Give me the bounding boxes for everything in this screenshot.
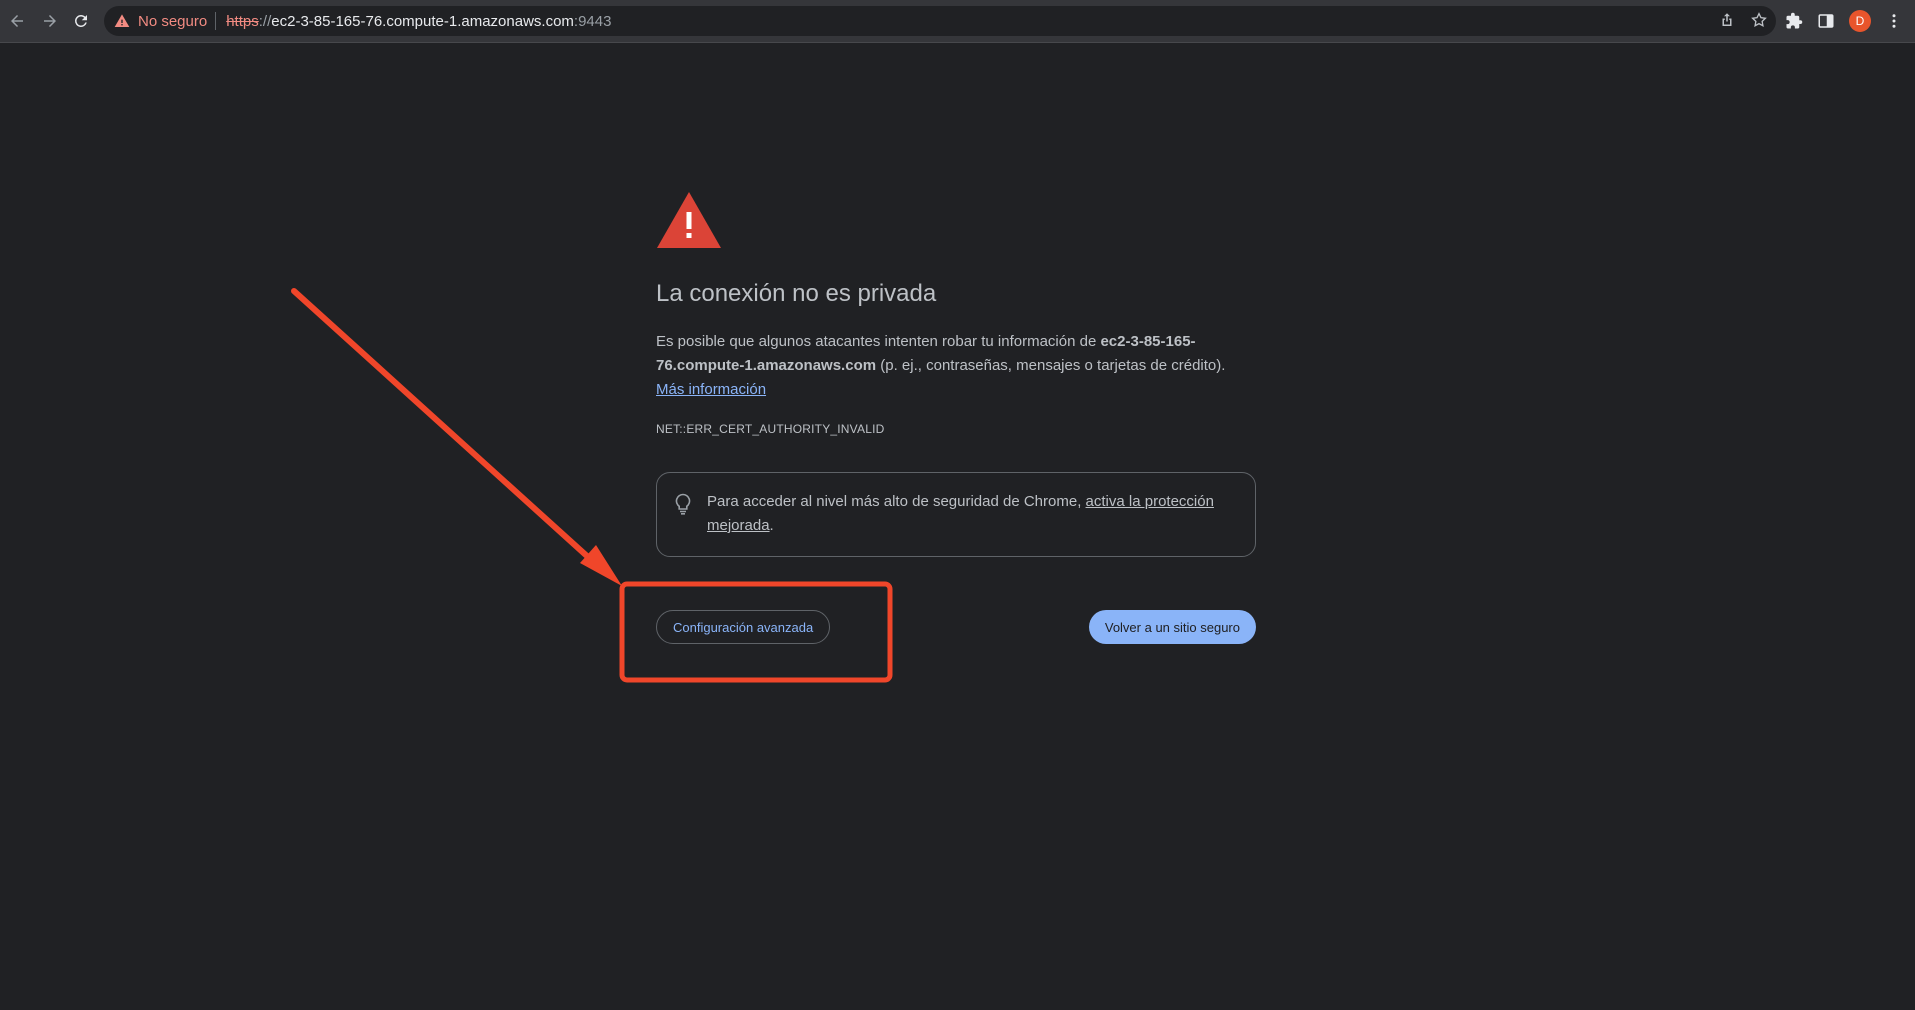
error-explanation: Es posible que algunos atacantes intente… [656, 330, 1256, 402]
forward-button[interactable] [39, 10, 61, 32]
annotation-arrow-head [580, 545, 622, 586]
profile-avatar[interactable]: D [1849, 10, 1871, 32]
url-host: ec2-3-85-165-76.compute-1.amazonaws.com [271, 12, 574, 30]
back-to-safety-button[interactable]: Volver a un sitio seguro [1088, 610, 1256, 644]
warning-icon [114, 14, 130, 27]
page-title: La conexión no es privada [656, 280, 937, 307]
explanation-text-start: Es posible que algunos atacantes intente… [656, 333, 1101, 350]
advanced-button[interactable]: Configuración avanzada [656, 610, 831, 644]
address-bar[interactable]: No seguro https://ec2-3-85-165-76.comput… [104, 6, 1776, 36]
more-info-link[interactable]: Más información [656, 381, 766, 398]
url-separator: :// [258, 12, 272, 30]
arrow-right-icon [44, 15, 56, 27]
url-scheme: https [226, 12, 259, 30]
enhanced-protection-text: Para acceder al nivel más alto de seguri… [707, 490, 1239, 556]
security-chip-label: No seguro [138, 12, 208, 30]
reload-button[interactable] [70, 10, 92, 32]
url-text[interactable]: https://ec2-3-85-165-76.compute-1.amazon… [226, 13, 611, 30]
more-menu-icon[interactable] [1885, 12, 1903, 30]
security-chip[interactable]: No seguro [104, 6, 215, 36]
share-icon[interactable] [1718, 11, 1736, 29]
side-panel-icon[interactable] [1817, 12, 1835, 30]
error-code: NET::ERR_CERT_AUTHORITY_INVALID [656, 422, 885, 436]
lightbulb-icon [675, 493, 691, 515]
chip-divider [215, 12, 217, 30]
url-port: :9443 [573, 12, 612, 30]
warning-triangle-icon [657, 192, 721, 248]
explanation-text-end: (p. ej., contraseñas, mensajes o tarjeta… [876, 357, 1226, 374]
back-button[interactable] [6, 10, 28, 32]
arrow-left-icon [11, 15, 23, 27]
privacy-error-content: La conexión no es privada Es posible que… [656, 190, 1256, 644]
extensions-puzzle-icon[interactable] [1785, 12, 1803, 30]
annotation-arrow-shaft [291, 288, 601, 569]
enhanced-text-start: Para acceder al nivel más alto de seguri… [707, 493, 1086, 510]
bookmark-star-icon[interactable] [1750, 11, 1768, 29]
enhanced-protection-promo: Para acceder al nivel más alto de seguri… [656, 472, 1256, 557]
enhanced-text-end: . [769, 517, 774, 534]
reload-icon [74, 14, 87, 27]
browser-toolbar: No seguro https://ec2-3-85-165-76.comput… [0, 0, 1915, 43]
button-row: Configuración avanzada Volver a un sitio… [656, 610, 1256, 644]
